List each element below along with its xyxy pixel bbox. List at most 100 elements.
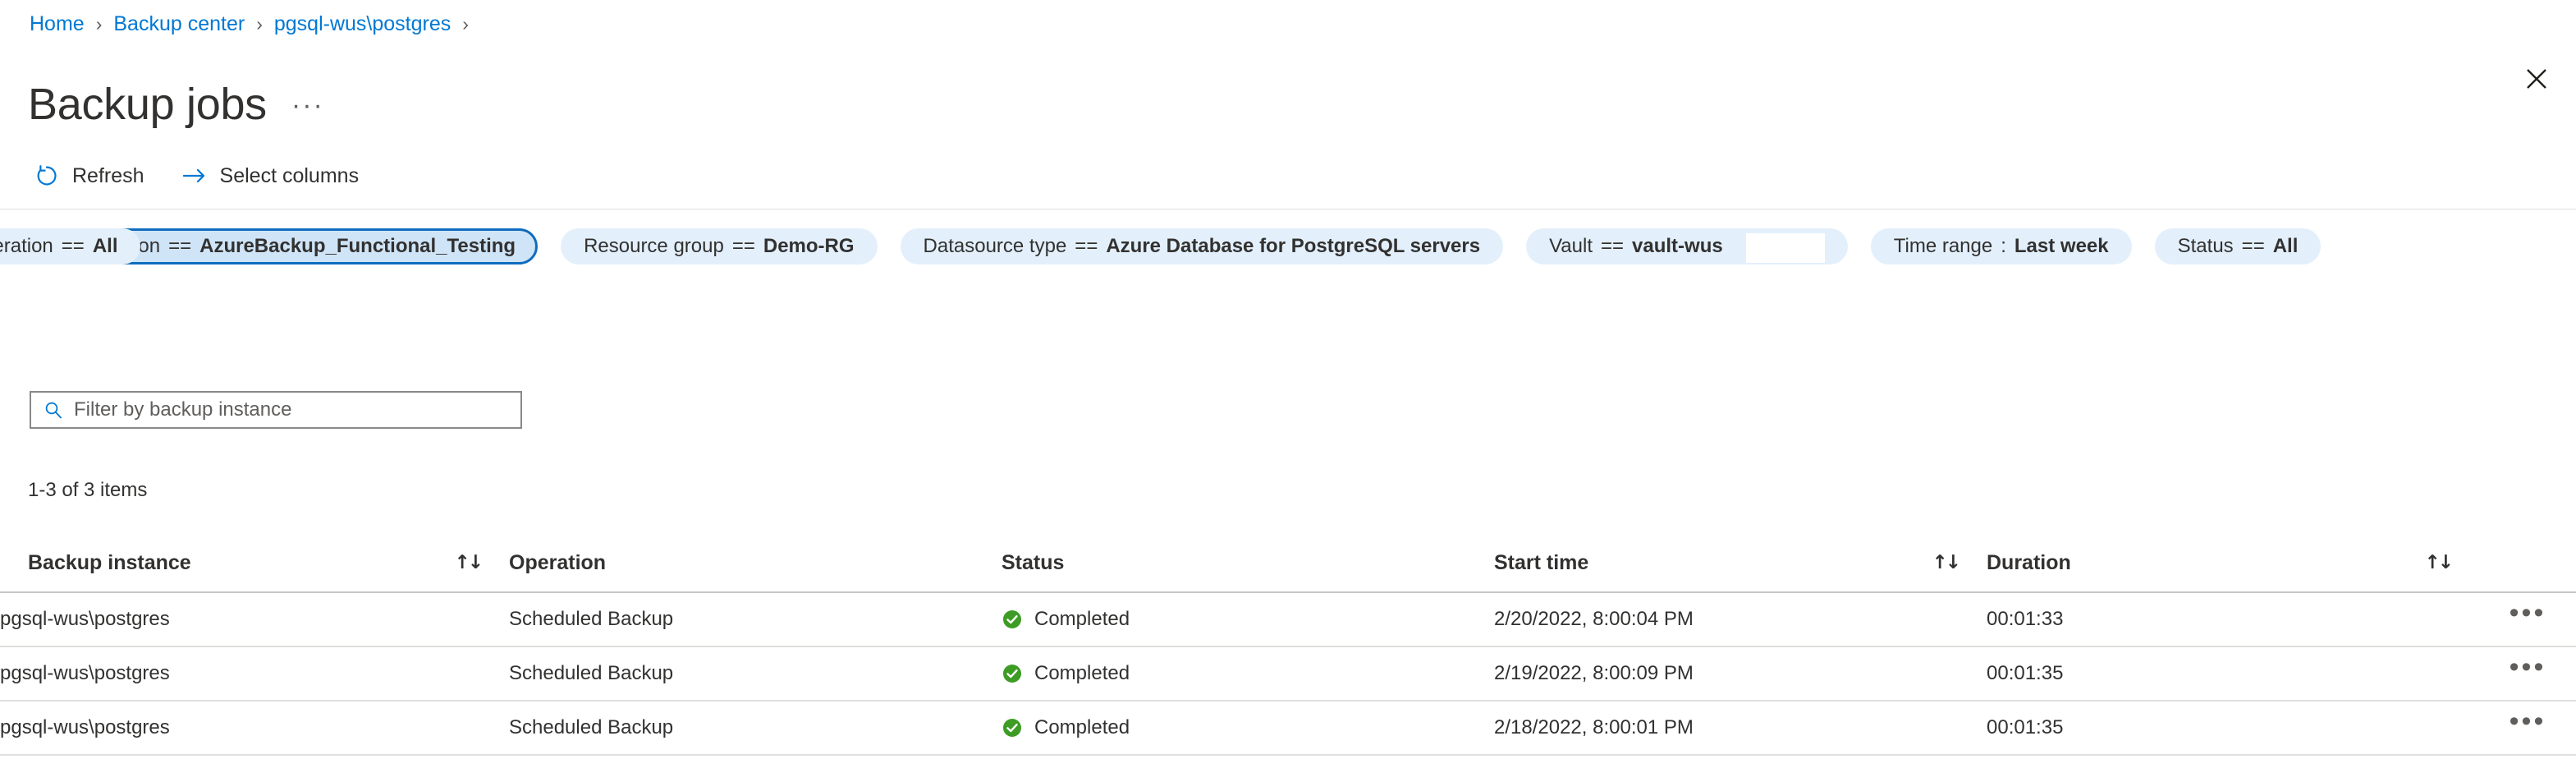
filter-pill-key: Resource group [584, 235, 724, 257]
backup-jobs-blade: Home › Backup center › pgsql-wus\postgre… [0, 0, 2576, 759]
filter-pill-value: Azure Database for PostgreSQL servers [1106, 235, 1481, 257]
vault-pill-overlay [1745, 233, 1825, 263]
refresh-icon [33, 162, 61, 190]
column-header-actions [2479, 534, 2576, 593]
cell-operation: Scheduled Backup [509, 592, 1002, 647]
filter-pill-operation[interactable]: Operation == All [0, 228, 141, 264]
cell-duration: 00:01:33 [1987, 592, 2479, 647]
sort-icon[interactable]: ↑↓ [1932, 552, 1961, 573]
cell-row-actions[interactable]: ••• [2479, 592, 2576, 647]
column-header-label: Duration [1987, 550, 2071, 574]
filter-pill-value: Last week [2014, 235, 2109, 257]
page-title: Backup jobs [28, 80, 267, 130]
status-label: Completed [1034, 608, 1130, 630]
filter-pill-key: Status [2177, 235, 2234, 257]
filter-pill-status[interactable]: Status == All [2154, 228, 2322, 264]
row-more-menu-button[interactable]: ••• [2479, 593, 2576, 646]
filter-pill-vault[interactable]: Vault == vault-wus [1526, 228, 1848, 264]
arrow-right-icon [181, 162, 209, 190]
sort-icon[interactable]: ↑↓ [2424, 552, 2454, 573]
cell-status: Completed [1002, 646, 1494, 702]
column-header-label: Backup instance [28, 550, 191, 574]
table-row[interactable]: pgsql-wus\postgres Scheduled Backup Comp… [0, 646, 2576, 702]
cell-status: Completed [1002, 592, 1494, 647]
close-icon [2524, 67, 2549, 91]
row-more-menu-button[interactable]: ••• [2479, 647, 2576, 700]
breadcrumb: Home › Backup center › pgsql-wus\postgre… [30, 12, 480, 36]
filter-pill-operator: == [1601, 235, 1625, 257]
ellipsis-icon: ••• [2509, 597, 2546, 628]
backup-jobs-table: Backup instance ↑↓ Operation Status Star… [0, 534, 2576, 756]
filter-pill-value: All [2272, 235, 2299, 257]
cell-row-actions[interactable]: ••• [2479, 646, 2576, 702]
page-header: Backup jobs ··· [28, 49, 324, 159]
filter-pill-list: Subscription == AzureBackup_Functional_T… [0, 228, 2542, 264]
filter-pill-time-range[interactable]: Time range : Last week [1870, 228, 2132, 264]
backup-jobs-table-container: Backup instance ↑↓ Operation Status Star… [0, 534, 2576, 756]
breadcrumb-separator: › [256, 13, 263, 34]
table-header-row: Backup instance ↑↓ Operation Status Star… [0, 534, 2576, 593]
refresh-button[interactable]: Refresh [33, 158, 159, 194]
column-header-backup-instance[interactable]: Backup instance ↑↓ [0, 534, 509, 593]
status-label: Completed [1034, 716, 1130, 738]
filter-pill-key: Time range [1893, 235, 1993, 257]
ellipsis-icon: ••• [2509, 706, 2546, 737]
table-row[interactable]: pgsql-wus\postgres Scheduled Backup Comp… [0, 701, 2576, 756]
cell-row-actions[interactable]: ••• [2479, 701, 2576, 756]
cell-start-time: 2/20/2022, 8:00:04 PM [1494, 592, 1987, 647]
status-label: Completed [1034, 662, 1130, 684]
filter-pill-key: Vault [1549, 235, 1593, 257]
column-header-status[interactable]: Status [1002, 534, 1494, 593]
filter-pill-value: Demo-RG [763, 235, 855, 257]
filter-pill-operator: == [1075, 235, 1098, 257]
select-columns-button[interactable]: Select columns [181, 158, 374, 194]
sort-icon[interactable]: ↑↓ [454, 552, 484, 573]
filter-pill-operator: == [731, 235, 755, 257]
success-check-icon [1002, 609, 1023, 630]
column-header-label: Status [1002, 550, 1065, 574]
ellipsis-icon: ••• [2509, 651, 2546, 683]
filter-pill-datasource-type[interactable]: Datasource type == Azure Database for Po… [900, 228, 1504, 264]
filter-search-box[interactable] [30, 391, 522, 429]
filter-pill-value: vault-wus [1632, 235, 1723, 257]
cell-duration: 00:01:35 [1987, 646, 2479, 702]
breadcrumb-item-backup-center[interactable]: Backup center [113, 12, 245, 36]
filter-pill-value: AzureBackup_Functional_Testing [199, 235, 516, 257]
breadcrumb-item-pgsql-wus-postgres[interactable]: pgsql-wus\postgres [274, 12, 451, 36]
breadcrumb-separator: › [95, 13, 103, 34]
breadcrumb-item-home[interactable]: Home [30, 12, 85, 36]
cell-backup-instance: pgsql-wus\postgres [0, 592, 509, 647]
column-header-label: Start time [1494, 550, 1589, 574]
filter-pill-key: Datasource type [923, 235, 1067, 257]
breadcrumb-separator: › [462, 13, 469, 34]
table-body: pgsql-wus\postgres Scheduled Backup Comp… [0, 592, 2576, 756]
column-header-operation[interactable]: Operation [509, 534, 1002, 593]
select-columns-label: Select columns [219, 164, 360, 187]
cell-backup-instance: pgsql-wus\postgres [0, 646, 509, 702]
item-count-label: 1-3 of 3 items [28, 479, 148, 501]
filter-pill-value: All [92, 235, 118, 257]
command-bar: Refresh Select columns [33, 158, 395, 194]
close-button[interactable] [2514, 56, 2560, 102]
cell-status: Completed [1002, 701, 1494, 756]
column-header-duration[interactable]: Duration ↑↓ [1987, 534, 2479, 593]
table-row[interactable]: pgsql-wus\postgres Scheduled Backup Comp… [0, 592, 2576, 647]
filter-pill-resource-group[interactable]: Resource group == Demo-RG [561, 228, 878, 264]
table-header: Backup instance ↑↓ Operation Status Star… [0, 534, 2576, 593]
filter-pill-operator: == [168, 235, 192, 257]
filter-pill-operator: == [61, 235, 85, 257]
column-header-start-time[interactable]: Start time ↑↓ [1494, 534, 1987, 593]
success-check-icon [1002, 663, 1023, 684]
search-input[interactable] [74, 398, 509, 421]
column-header-label: Operation [509, 550, 607, 574]
cell-duration: 00:01:35 [1987, 701, 2479, 756]
refresh-label: Refresh [72, 164, 144, 187]
cell-operation: Scheduled Backup [509, 701, 1002, 756]
page-more-commands-button[interactable]: ··· [291, 91, 324, 119]
row-more-menu-button[interactable]: ••• [2479, 702, 2576, 754]
success-check-icon [1002, 717, 1023, 738]
cell-operation: Scheduled Backup [509, 646, 1002, 702]
filter-pill-key: Operation [0, 235, 53, 257]
cell-start-time: 2/19/2022, 8:00:09 PM [1494, 646, 1987, 702]
cell-backup-instance: pgsql-wus\postgres [0, 701, 509, 756]
